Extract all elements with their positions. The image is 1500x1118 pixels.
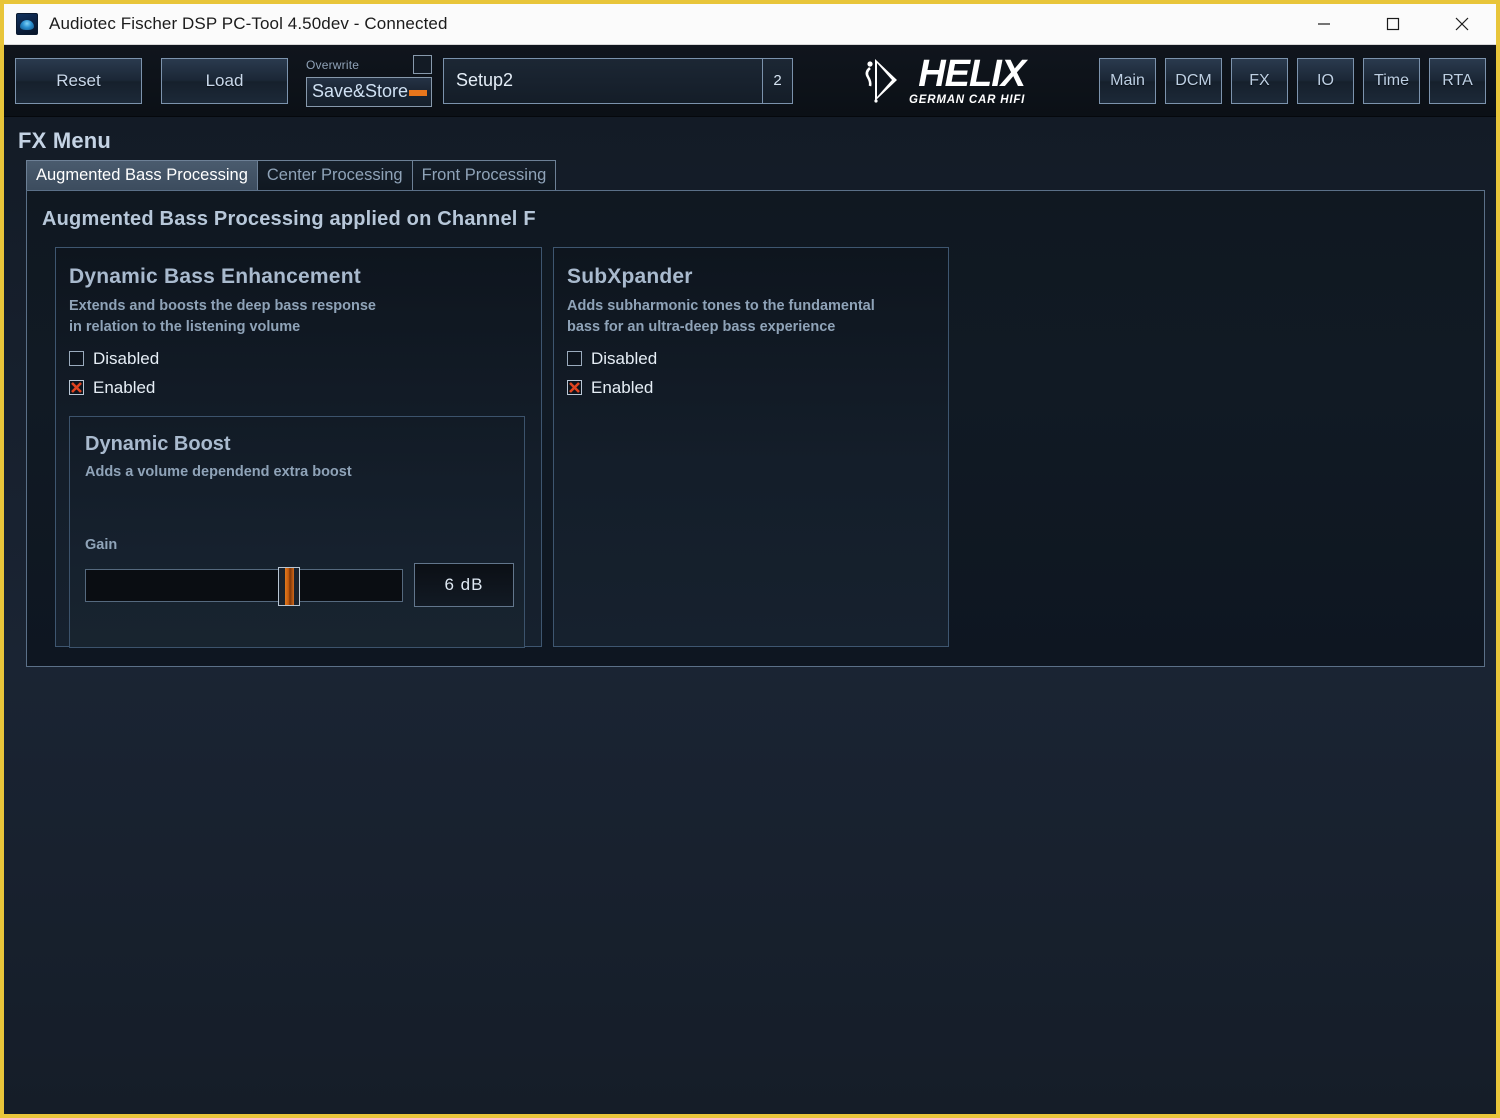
window-controls (1289, 4, 1496, 44)
save-store-group: Overwrite Save&Store (306, 55, 432, 107)
helix-wordmark: HELIX GERMAN CAR HIFI (909, 52, 1026, 107)
subxpander-disabled-option[interactable]: Disabled (554, 344, 948, 373)
subxpander-description: Adds subharmonic tones to the fundamenta… (554, 289, 948, 337)
tab-center-processing[interactable]: Center Processing (257, 160, 413, 190)
nav-button-dcm[interactable]: DCM (1165, 57, 1222, 104)
dsp-app-icon (16, 13, 38, 35)
subxpander-enabled-checkbox[interactable] (567, 380, 582, 396)
page-body: FX Menu Augmented Bass Processing Center… (4, 117, 1496, 1114)
tab-content-panel: Augmented Bass Processing applied on Cha… (26, 190, 1485, 667)
nav-button-rta[interactable]: RTA (1429, 57, 1486, 104)
subxpander-description-line2: bass for an ultra-deep bass experience (567, 318, 836, 335)
overwrite-row: Overwrite (306, 53, 432, 77)
content-heading: Augmented Bass Processing applied on Cha… (42, 208, 536, 230)
nav-button-fx[interactable]: FX (1231, 57, 1288, 104)
page-title: FX Menu (18, 128, 112, 153)
gain-slider-row: 6 dB (70, 553, 524, 608)
effect-cards: Dynamic Bass Enhancement Extends and boo… (27, 231, 1484, 649)
helix-tagline-text: GERMAN CAR HIFI (909, 93, 1026, 106)
setup-field[interactable]: Setup2 2 (443, 57, 793, 104)
subxpander-description-line1: Adds subharmonic tones to the fundamenta… (567, 298, 875, 314)
load-button[interactable]: Load (161, 57, 288, 104)
close-icon[interactable] (1427, 4, 1496, 44)
card-dynamic-bass-enhancement: Dynamic Bass Enhancement Extends and boo… (55, 247, 542, 649)
dbe-description-line2: in relation to the listening volume (69, 318, 301, 335)
overwrite-checkbox[interactable] (413, 55, 432, 74)
save-store-indicator-icon (409, 89, 427, 96)
dbe-enabled-option[interactable]: Enabled (56, 373, 541, 402)
reset-button[interactable]: Reset (15, 57, 142, 104)
check-x-icon (569, 382, 580, 394)
subxpander-title: SubXpander (567, 265, 693, 288)
dbe-description-line1: Extends and boosts the deep bass respons… (69, 298, 376, 314)
dynamic-boost-description: Adds a volume dependend extra boost (85, 464, 352, 481)
dbe-title: Dynamic Bass Enhancement (69, 265, 361, 288)
helix-logo: HELIX GERMAN CAR HIFI (859, 52, 1026, 107)
gain-value-box[interactable]: 6 dB (414, 563, 514, 608)
save-store-label: Save&Store (312, 81, 409, 101)
dbe-disabled-option[interactable]: Disabled (56, 344, 541, 373)
setup-name-value[interactable]: Setup2 (444, 70, 762, 91)
dynamic-boost-title: Dynamic Boost (85, 433, 231, 456)
save-store-button[interactable]: Save&Store (306, 76, 432, 107)
application-window: Audiotec Fischer DSP PC-Tool 4.50dev - C… (0, 0, 1500, 1118)
dbe-description: Extends and boosts the deep bass respons… (56, 289, 541, 337)
maximize-icon[interactable] (1358, 4, 1427, 44)
tab-bar: Augmented Bass Processing Center Process… (26, 160, 1486, 190)
check-x-icon (71, 382, 82, 394)
dbe-enabled-label: Enabled (93, 377, 156, 397)
nav-buttons: Main DCM FX IO Time RTA (1099, 57, 1486, 104)
subxpander-enabled-label: Enabled (591, 377, 654, 397)
tab-augmented-bass-processing[interactable]: Augmented Bass Processing (26, 160, 258, 190)
subxpander-enabled-option[interactable]: Enabled (554, 373, 948, 402)
nav-button-time[interactable]: Time (1363, 57, 1420, 104)
setup-number-value: 2 (762, 58, 792, 103)
nav-button-main[interactable]: Main (1099, 57, 1156, 104)
gain-label: Gain (85, 537, 118, 554)
tab-front-processing[interactable]: Front Processing (412, 160, 557, 190)
main-toolbar: Reset Load Overwrite Save&Store Setup2 2 (4, 45, 1496, 117)
card-dynamic-boost: Dynamic Boost Adds a volume dependend ex… (69, 416, 525, 649)
gain-slider[interactable] (85, 566, 403, 606)
helix-mark-icon (865, 58, 897, 103)
window-title: Audiotec Fischer DSP PC-Tool 4.50dev - C… (49, 14, 448, 33)
subxpander-disabled-label: Disabled (591, 348, 658, 368)
gain-slider-handle[interactable] (278, 566, 301, 606)
minimize-icon[interactable] (1289, 4, 1358, 44)
dbe-disabled-label: Disabled (93, 348, 160, 368)
card-subxpander: SubXpander Adds subharmonic tones to the… (553, 247, 949, 647)
dbe-enabled-checkbox[interactable] (69, 380, 84, 396)
title-bar: Audiotec Fischer DSP PC-Tool 4.50dev - C… (4, 4, 1496, 45)
overwrite-label: Overwrite (306, 57, 360, 72)
subxpander-disabled-checkbox[interactable] (567, 351, 582, 367)
helix-brand-text: HELIX (918, 52, 1026, 95)
dbe-disabled-checkbox[interactable] (69, 351, 84, 367)
nav-button-io[interactable]: IO (1297, 57, 1354, 104)
